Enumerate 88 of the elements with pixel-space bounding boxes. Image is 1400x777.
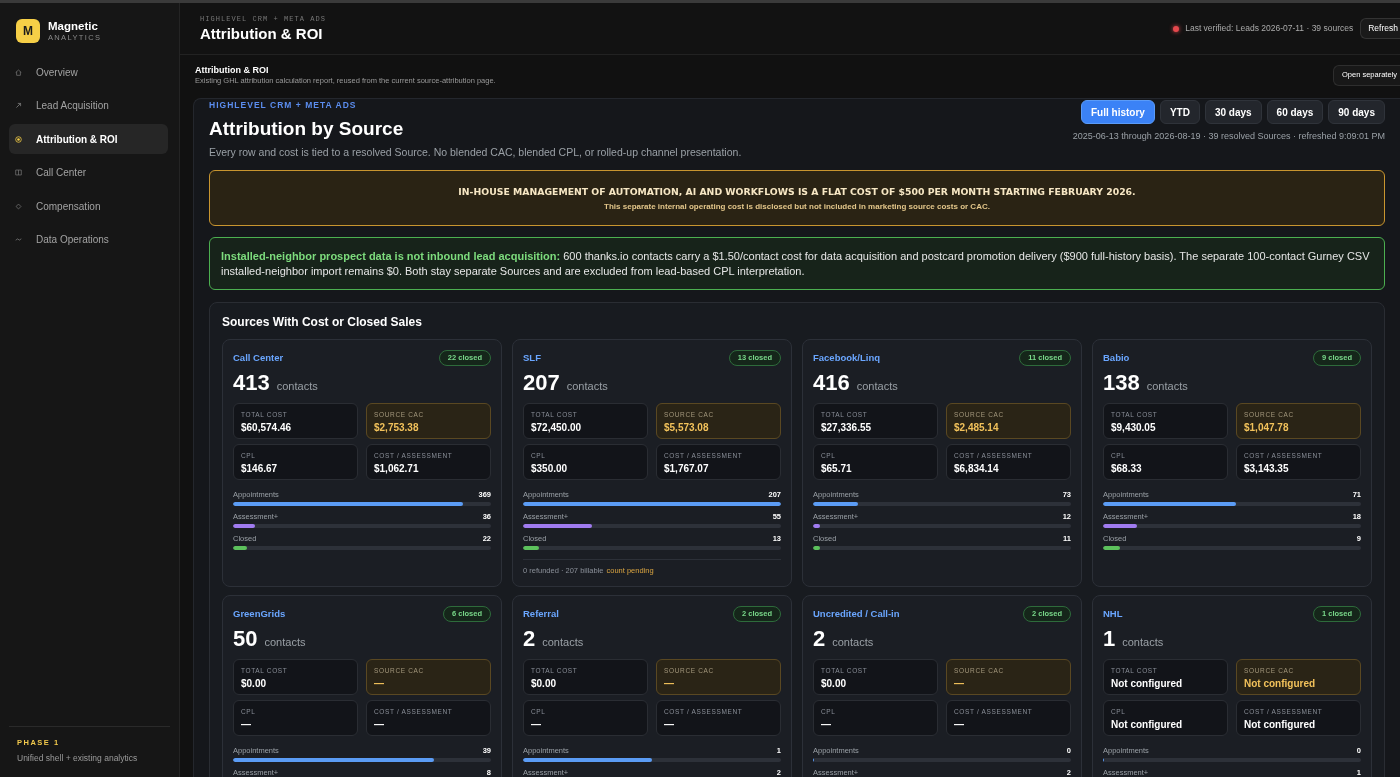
wave-icon (15, 236, 22, 243)
nav-item[interactable]: Attribution & ROI (9, 124, 168, 154)
metric-value: $5,573.08 (664, 421, 710, 434)
contacts-label: contacts (276, 379, 318, 394)
contacts-label: contacts (832, 635, 874, 650)
contact-count: 50 (233, 627, 258, 651)
metric-value: $1,062.71 (374, 462, 420, 475)
home-icon (15, 68, 22, 76)
source-name: Facebook/Linq (813, 350, 881, 365)
metric-value: — (664, 677, 675, 690)
range-tab[interactable]: 60 days (1266, 100, 1324, 124)
metric-value: $60,574.46 (241, 421, 293, 434)
metric-value: $2,753.38 (374, 421, 420, 434)
refresh-button[interactable]: Refresh (1360, 18, 1400, 39)
metric-value: $68.33 (1111, 462, 1143, 475)
range-summary: 2025-06-13 through 2026-08-19 · 39 resolved Sources · refreshed 9:09:01 PM (1072, 130, 1385, 142)
source-name: Call Center (233, 350, 284, 365)
metric-value: — (954, 677, 965, 690)
metric-value: $146.67 (241, 462, 279, 475)
metric-value: $0.00 (821, 677, 848, 690)
metric-value: $6,834.14 (954, 462, 1000, 475)
metric-value: — (531, 718, 542, 731)
notice-text: This separate internal operating cost is disclosed but not included in marketing source costs or CAC. (604, 201, 990, 212)
metric-value: $2,485.14 (954, 421, 1000, 434)
metric-value: $1,767.07 (664, 462, 710, 475)
contact-count: 207 (523, 371, 560, 395)
metric-value: Not configured (1244, 718, 1317, 731)
section-title: Sources With Cost or Closed Sales (222, 314, 423, 330)
metric-value: $27,336.55 (821, 421, 873, 434)
phase-description: Unified shell + existing analytics (17, 753, 139, 764)
nav-item[interactable]: Overview (9, 57, 168, 87)
source-name: NHL (1103, 606, 1123, 621)
contact-count: 416 (813, 371, 850, 395)
metric-value: $1,047.78 (1244, 421, 1290, 434)
metric-value: $3,143.35 (1244, 462, 1290, 475)
nav-item[interactable]: Lead Acquisition (9, 90, 168, 121)
target-icon (15, 135, 22, 143)
metric-value: — (241, 718, 252, 731)
brand-name: Magnetic (48, 19, 99, 33)
source-name: GreenGrids (233, 606, 286, 621)
contacts-label: contacts (1122, 635, 1164, 650)
nav-item[interactable]: Data Operations (9, 224, 168, 255)
metric-value: — (821, 718, 832, 731)
source-name: Babio (1103, 350, 1130, 365)
range-tab[interactable]: 90 days (1328, 100, 1385, 124)
range-tab[interactable]: Full history (1081, 100, 1155, 124)
nav-item[interactable]: Compensation (9, 191, 168, 221)
callout-text: Installed-neighbor prospect data is not inbound lead acquisition: 600 thanks.io contacts carry a $1.50/contact cost for data acquisition and postcard promotion delivery ($900 full-history basis). The separate 100-contact Gurney CSV installed-neighbor import remains $0. Both stay separate Sources and are excluded from lead-based CPL interpretation. (221, 248, 1371, 279)
source-name: SLF (523, 350, 541, 365)
arrow-icon (15, 102, 22, 109)
contact-count: 2 (813, 627, 826, 651)
metric-value: Not configured (1244, 677, 1317, 690)
range-tab[interactable]: 30 days (1204, 100, 1262, 124)
metric-value: Not configured (1111, 677, 1184, 690)
report-subtitle: Every row and cost is tied to a resolved Source. No blended CAC, blended CPL, or rolled-up channel presentation. (209, 145, 742, 159)
contacts-label: contacts (566, 379, 608, 394)
contacts-label: contacts (542, 635, 584, 650)
metric-value: — (954, 718, 965, 731)
verification-status: Last verified: Leads 2026-07-11 · 39 sources (1185, 22, 1354, 35)
page-title: Attribution & ROI (200, 23, 324, 44)
metric-value: $72,450.00 (531, 421, 583, 434)
metric-value: $65.71 (821, 462, 853, 475)
metric-value: $350.00 (531, 462, 569, 475)
nav-item[interactable]: Call Center (9, 157, 168, 188)
metric-value: $9,430.05 (1111, 421, 1157, 434)
contacts-label: contacts (1146, 379, 1188, 394)
range-tab[interactable]: YTD (1159, 100, 1200, 124)
source-name: Uncredited / Call-in (813, 606, 900, 621)
notice-heading: IN-HOUSE MANAGEMENT OF AUTOMATION, AI AND WORKFLOWS IS A FLAT COST OF $500 PER MONTH STARTING FEBRUARY 2026. (458, 184, 1136, 198)
report-title: Attribution & ROI (195, 64, 270, 76)
metric-value: — (664, 718, 675, 731)
contacts-label: contacts (856, 379, 898, 394)
columns-icon (15, 169, 22, 176)
contacts-label: contacts (264, 635, 306, 650)
metric-value: $0.00 (531, 677, 558, 690)
source-name: Referral (523, 606, 559, 621)
contact-count: 138 (1103, 371, 1140, 395)
metric-value: Not configured (1111, 718, 1184, 731)
metric-value: $0.00 (241, 677, 268, 690)
metric-value: — (374, 718, 385, 731)
metric-value: — (374, 677, 385, 690)
diamond-icon (15, 202, 22, 210)
report-heading: Attribution by Source (209, 117, 405, 141)
report-eyebrow: HIGHLEVEL CRM + META ADS (209, 100, 358, 110)
brand-logo: M (16, 19, 40, 43)
contact-count: 413 (233, 371, 270, 395)
contact-count: 2 (523, 627, 536, 651)
contact-count: 1 (1103, 627, 1116, 651)
